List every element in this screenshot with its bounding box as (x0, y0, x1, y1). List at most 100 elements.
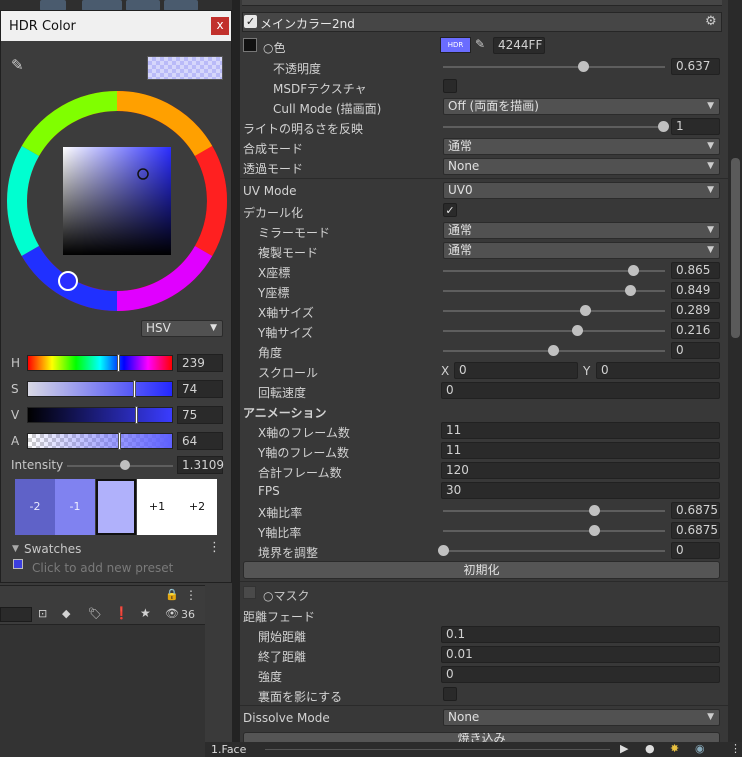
swatch-item[interactable] (13, 559, 23, 569)
dropdown[interactable]: 通常 ▼ (443, 242, 720, 259)
mask-checkbox[interactable] (243, 586, 256, 599)
slider-knob[interactable] (624, 285, 636, 296)
slider-knob[interactable] (548, 345, 559, 356)
value-field[interactable]: 120 (441, 462, 720, 479)
intensity-knob[interactable] (120, 460, 131, 470)
slider-value-field[interactable]: 0 (671, 342, 720, 359)
color-wheel[interactable] (7, 91, 227, 311)
preset-minus-1[interactable]: -1 (55, 479, 95, 535)
project-search-input[interactable] (0, 607, 32, 622)
slider-track[interactable] (443, 510, 665, 512)
slider-thumb-2[interactable] (134, 406, 138, 424)
slider-thumb-0[interactable] (116, 354, 120, 372)
preset-current[interactable] (96, 479, 136, 535)
warning-icon[interactable]: ❗ (114, 606, 129, 620)
more-menu-icon[interactable]: ⋮ (730, 742, 741, 755)
checkbox[interactable] (443, 79, 457, 93)
slider-track-1[interactable] (27, 381, 173, 397)
scroll-x-field[interactable]: 0 (454, 362, 578, 379)
slider-track[interactable] (443, 310, 665, 312)
close-button[interactable]: x (211, 17, 229, 35)
foldout-arrow-icon[interactable]: ▼ (12, 544, 19, 554)
slider-value-0[interactable]: 239 (177, 354, 223, 372)
slider-track-0[interactable] (27, 355, 173, 371)
slider-track-3[interactable] (27, 433, 173, 449)
hidden-count-icon[interactable]: 👁 (165, 607, 179, 620)
dropdown[interactable]: 通常 ▼ (443, 138, 720, 155)
slider-value-field[interactable]: 0.289 (671, 302, 720, 319)
inspector-scrollbar[interactable] (728, 0, 742, 757)
bottom-tab[interactable]: 1.Face (211, 743, 246, 756)
eyedropper-icon[interactable]: ✎ (475, 37, 485, 51)
shapes-icon[interactable]: ◆ (62, 607, 70, 620)
slider-value-field[interactable]: 0.216 (671, 322, 720, 339)
slider-knob[interactable] (658, 121, 669, 132)
slider-knob[interactable] (579, 305, 591, 316)
slider-track[interactable] (443, 330, 665, 332)
value-field[interactable]: 30 (441, 482, 720, 499)
value-field[interactable]: 0.01 (441, 646, 720, 663)
slider-thumb-1[interactable] (133, 380, 137, 398)
slider-value-3[interactable]: 64 (177, 432, 223, 450)
backface-checkbox[interactable] (443, 687, 457, 701)
slider-knob[interactable] (578, 61, 590, 72)
dropdown[interactable]: UV0 ▼ (443, 182, 720, 199)
slider-value-field[interactable]: 0.6875 (671, 522, 720, 539)
preview-shape-icon[interactable]: ◉ (695, 742, 705, 755)
lighting-icon[interactable]: ✸ (670, 742, 679, 755)
texture-slot-icon[interactable] (243, 38, 257, 52)
slider-track[interactable] (443, 126, 665, 128)
value-field[interactable]: 0 (441, 666, 720, 683)
value-field[interactable]: 0 (441, 382, 720, 399)
slider-value-2[interactable]: 75 (177, 406, 223, 424)
slider-knob[interactable] (628, 265, 640, 276)
color-hex-field[interactable]: 4244FF (493, 37, 545, 54)
slider-thumb-3[interactable] (118, 432, 122, 450)
preset-minus-2[interactable]: -2 (15, 479, 55, 535)
color-mode-dropdown[interactable]: HSV ▼ (141, 320, 223, 337)
dropdown[interactable]: Off (両面を描画) ▼ (443, 98, 720, 115)
star-icon[interactable]: ★ (140, 606, 151, 620)
slider-value-field[interactable]: 0.849 (671, 282, 720, 299)
dropdown[interactable]: None ▼ (443, 158, 720, 175)
dropdown[interactable]: 通常 ▼ (443, 222, 720, 239)
slider-knob[interactable] (589, 525, 601, 536)
eyedropper-icon[interactable]: ✎ (11, 56, 24, 74)
tag-icon[interactable]: 🏷 (88, 607, 102, 620)
slider-track[interactable] (443, 550, 665, 552)
value-field[interactable]: 0.1 (441, 626, 720, 643)
section-header[interactable]: ✓ メインカラー2nd ⚙ (242, 12, 722, 32)
search-type-icon[interactable]: ⊡ (38, 607, 47, 620)
slider-value-field[interactable]: 1 (671, 118, 720, 135)
slider-value-field[interactable]: 0.865 (671, 262, 720, 279)
slider-knob[interactable] (589, 505, 601, 516)
slider-value-field[interactable]: 0.637 (671, 58, 720, 75)
dissolve-dropdown[interactable]: None ▼ (443, 709, 720, 726)
gear-icon[interactable]: ⚙ (705, 14, 717, 29)
slider-track[interactable] (443, 66, 665, 68)
checkbox[interactable]: ✓ (443, 203, 457, 217)
slider-track-2[interactable] (27, 407, 173, 423)
slider-track[interactable] (443, 530, 665, 532)
hdr-color-field[interactable]: HDR (440, 37, 471, 53)
reset-button[interactable]: 初期化 (243, 561, 720, 579)
slider-knob[interactable] (571, 325, 583, 336)
value-field[interactable]: 11 (441, 422, 720, 439)
preset-plus-2[interactable]: +2 (177, 479, 217, 535)
swatches-menu-icon[interactable]: ⋮ (208, 540, 221, 555)
slider-value-field[interactable]: 0.6875 (671, 502, 720, 519)
more-menu-icon[interactable]: ⋮ (185, 588, 197, 602)
play-icon[interactable]: ▶ (620, 742, 628, 755)
scrollbar-thumb[interactable] (731, 158, 740, 338)
value-field[interactable]: 11 (441, 442, 720, 459)
lock-icon[interactable]: 🔒 (165, 588, 179, 601)
preset-plus-1[interactable]: +1 (137, 479, 177, 535)
slider-knob[interactable] (438, 545, 449, 556)
previous-section-button[interactable] (242, 0, 722, 6)
slider-value-field[interactable]: 0 (671, 542, 720, 559)
swatches-label[interactable]: Swatches (24, 542, 81, 556)
section-enable-checkbox[interactable]: ✓ (244, 15, 257, 28)
intensity-field[interactable]: 1.3109 (177, 456, 224, 474)
panel-divider[interactable] (232, 0, 240, 757)
sphere-icon[interactable]: ● (645, 742, 655, 755)
